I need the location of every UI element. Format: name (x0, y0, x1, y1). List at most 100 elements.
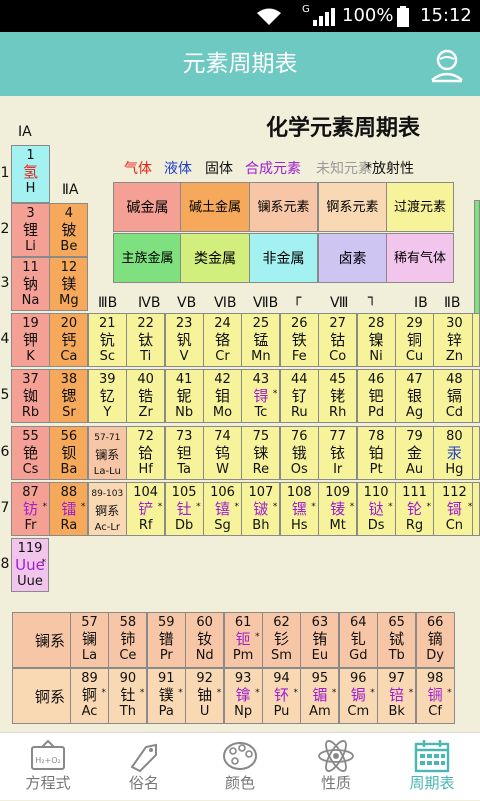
tab-calendar-grid[interactable]: 周期表 (384, 733, 480, 801)
period-label: 3 (0, 275, 10, 291)
actinide-cell[interactable]: 90 钍 Th * (108, 668, 148, 724)
actinide-cell[interactable]: 97 锫 Bk * (377, 668, 417, 724)
element-cell[interactable]: 47 银 Ag (395, 369, 434, 424)
element-cell[interactable]: 4 铍 Be (49, 203, 89, 257)
element-cell[interactable]: 112 鿔 Cn * (433, 481, 476, 536)
lanthanide-cell[interactable]: 62 钐 Sm (262, 612, 301, 668)
element-symbol: Rb (21, 405, 40, 421)
element-cell[interactable]: 110 𫟼 Ds * (356, 481, 396, 536)
element-cell[interactable]: 29 铜 Cu (395, 313, 434, 368)
actinide-cell[interactable]: 92 铀 U * (185, 668, 225, 724)
lanthanide-cell[interactable]: 57 镧 La (70, 612, 109, 668)
element-cell[interactable]: 41 铌 Nb (164, 369, 204, 424)
element-cell[interactable]: 19 钾 K (11, 313, 50, 368)
lanthanide-cell[interactable]: 65 铽 Tb (377, 612, 417, 668)
element-cell[interactable]: 30 锌 Zn (433, 313, 476, 368)
element-cell[interactable]: 22 钛 Ti (126, 313, 166, 368)
element-name: 铌 (176, 387, 192, 406)
element-cell[interactable]: 104 铲 Rf * (126, 481, 166, 536)
element-cell[interactable]: 78 铂 Pt (356, 425, 396, 480)
lanthanide-cell[interactable]: 59 镨 Pr (146, 612, 186, 668)
element-cell[interactable]: 80 汞 Hg (433, 425, 476, 480)
element-cell[interactable]: 28 镍 Ni (356, 313, 396, 368)
element-symbol: K (26, 349, 35, 365)
element-cell[interactable]: 48 镉 Cd (433, 369, 476, 424)
element-cell[interactable]: 76 锇 Os (279, 425, 319, 480)
element-cell[interactable]: 3 锂 Li (11, 203, 50, 257)
period-label: 8 (0, 556, 10, 572)
actinide-cell[interactable]: 93 镎 Np * (223, 668, 263, 724)
element-cell[interactable]: 23 钒 V (164, 313, 204, 368)
element-cell[interactable]: 40 锆 Zr (126, 369, 166, 424)
lanthanide-cell[interactable]: 63 铕 Eu (300, 612, 340, 668)
actinide-cell[interactable]: 96 锔 Cm * (338, 668, 378, 724)
element-number: 105 (171, 484, 197, 500)
element-cell[interactable]: 88 镭 Ra * (49, 481, 89, 536)
lanthanide-cell[interactable]: 60 钕 Nd (185, 612, 225, 668)
actinide-cell[interactable]: 94 钚 Pu * (262, 668, 301, 724)
radioactive-mark: * (272, 501, 278, 512)
element-cell[interactable]: 42 钼 Mo (203, 369, 242, 424)
element-number: 62 (273, 615, 290, 630)
user-icon[interactable] (428, 46, 466, 84)
element-cell[interactable]: 27 钴 Co (318, 313, 358, 368)
element-cell[interactable]: 72 铪 Hf (126, 425, 166, 480)
lanthanide-cell[interactable]: 64 钆 Gd (338, 612, 378, 668)
periodic-table-view[interactable]: 化学元素周期表 气体 液体 固体 合成元素 未知元素 *放射性 碱金属 碱土金属 镧系元素 锕系… (0, 96, 480, 732)
element-cell[interactable]: 79 金 Au (395, 425, 434, 480)
lanthanide-cell[interactable]: 58 铈 Ce (108, 612, 148, 668)
element-cell[interactable]: 109 鿏 Mt * (318, 481, 358, 536)
tab-label: 俗名 (128, 774, 159, 792)
actinide-cell[interactable]: 91 镤 Pa * (146, 668, 186, 724)
element-cell[interactable]: 46 钯 Pd (356, 369, 396, 424)
element-cell[interactable]: 43 锝 Tc * (241, 369, 281, 424)
element-cell[interactable]: 56 钡 Ba (49, 425, 89, 480)
element-cell[interactable]: 24 铬 Cr (203, 313, 242, 368)
element-number: 61 (234, 615, 252, 630)
element-cell[interactable]: 21 钪 Sc (87, 313, 127, 368)
radioactive-mark: * (272, 389, 278, 400)
element-cell[interactable]: 37 铷 Rb (11, 369, 50, 424)
element-symbol: Ni (369, 349, 383, 365)
element-cell[interactable]: 25 锰 Mn (241, 313, 281, 368)
element-cell[interactable]: 89-103 锕系 Ac-Lr (87, 481, 127, 536)
element-cell[interactable]: 108 𬭶 Hs * (279, 481, 319, 536)
element-cell[interactable]: 26 铁 Fe (279, 313, 319, 368)
element-number: 27 (329, 316, 346, 332)
element-cell[interactable]: 11 钠 Na (11, 257, 50, 311)
tab-tag[interactable]: 俗名 (96, 733, 192, 801)
group-label-g4: ⅣB (138, 295, 161, 311)
element-number: 107 (248, 484, 274, 500)
element-number: 30 (446, 316, 463, 332)
element-cell[interactable]: 39 钇 Y (87, 369, 127, 424)
element-cell[interactable]: 105 钍 Db * (164, 481, 204, 536)
element-cell[interactable]: 75 铼 Re (241, 425, 281, 480)
element-cell[interactable]: 77 铱 Ir (318, 425, 358, 480)
element-cell[interactable]: 111 𬬭 Rg * (395, 481, 434, 536)
element-cell[interactable]: 73 钽 Ta (164, 425, 204, 480)
radioactive-mark: * (447, 688, 452, 698)
actinide-cell[interactable]: 89 锕 Ac * (70, 668, 109, 724)
element-cell[interactable]: 106 𬭳 Sg * (203, 481, 242, 536)
element-cell[interactable]: 45 铑 Rh (318, 369, 358, 424)
actinide-cell[interactable]: 95 镅 Am * (300, 668, 340, 724)
element-cell[interactable]: 87 钫 Fr * (11, 481, 50, 536)
element-cell[interactable]: 38 锶 Sr (49, 369, 89, 424)
tab-atom[interactable]: 性质 (288, 733, 384, 801)
element-cell[interactable]: 44 钌 Ru (279, 369, 319, 424)
element-cell[interactable]: 20 钙 Ca (49, 313, 89, 368)
lanthanide-cell[interactable]: 66 镝 Dy (415, 612, 455, 668)
element-cell[interactable]: 119 Uue Uue * (11, 538, 49, 592)
element-number: 65 (388, 615, 405, 630)
lanthanide-cell[interactable]: 61 钷 Pm * (223, 612, 263, 668)
element-cell[interactable]: 55 铯 Cs (11, 425, 50, 480)
element-cell[interactable]: 107 𬭛 Bh * (241, 481, 281, 536)
tab-equation[interactable]: H₂+O₂ 方程式 (0, 733, 96, 801)
element-cell[interactable]: 57-71 镧系 La-Lu (87, 425, 127, 480)
element-cell[interactable]: 12 镁 Mg (49, 257, 89, 311)
element-cell[interactable]: 1氢H (11, 145, 50, 203)
tab-palette[interactable]: 颜色 (192, 733, 288, 801)
element-cell[interactable]: 74 钨 W (203, 425, 242, 480)
actinide-cell[interactable]: 98 锎 Cf * (415, 668, 455, 724)
element-number: 19 (22, 316, 39, 332)
